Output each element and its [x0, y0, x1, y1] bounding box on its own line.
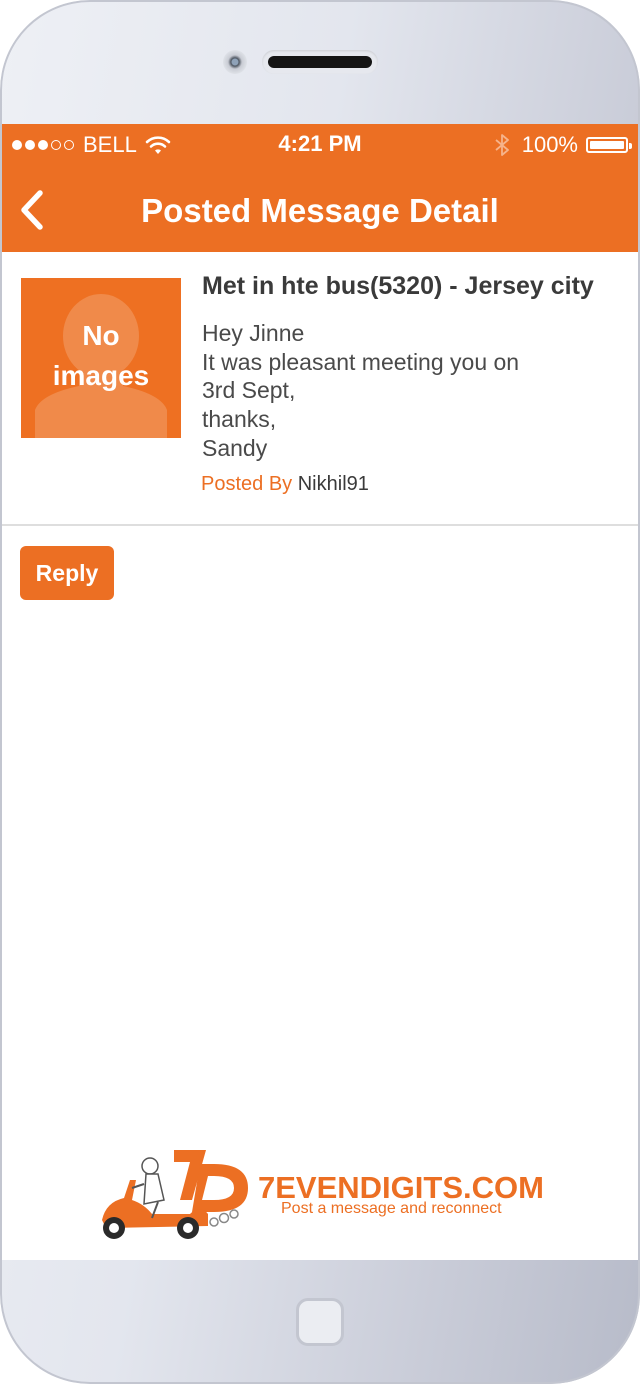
scooter-rider-logo	[102, 1150, 248, 1239]
bluetooth-icon	[495, 134, 509, 156]
brand-logo: 7EVENDIGITS.COM Post a message and recon…	[96, 1144, 556, 1244]
page-title: Posted Message Detail	[141, 192, 499, 229]
battery-tip	[629, 143, 632, 149]
brand-tagline: Post a message and reconnect	[281, 1200, 502, 1217]
no-image-text: No images	[21, 316, 181, 396]
screen: BELL 4:21 PM 100% Posted Message Detail …	[0, 124, 640, 1260]
no-image-line: images	[52, 360, 150, 391]
battery-percent: 100%	[521, 132, 578, 157]
status-bar: BELL 4:21 PM 100%	[0, 124, 640, 166]
battery-icon	[586, 137, 632, 153]
front-camera	[223, 50, 247, 74]
message-line: 3rd Sept,	[202, 377, 296, 404]
posted-by-label: Posted By	[201, 473, 293, 495]
earpiece-speaker	[262, 50, 378, 74]
message-line: It was pleasant meeting you on	[202, 348, 520, 375]
home-button[interactable]	[296, 1298, 344, 1346]
status-right: 100%	[494, 132, 632, 158]
message-line: Hey Jinne	[202, 320, 305, 346]
battery-fill	[590, 141, 624, 149]
message-title: Met in hte bus(5320) - Jersey city	[202, 272, 594, 300]
message-card: No images Met in hte bus(5320) - Jersey …	[0, 252, 640, 526]
phone-frame: BELL 4:21 PM 100% Posted Message Detail …	[0, 0, 640, 1384]
no-image-line: No	[82, 320, 120, 351]
message-line: Sandy	[202, 434, 268, 461]
posted-by-user[interactable]: Nikhil91	[298, 473, 369, 495]
no-image-placeholder: No images	[21, 278, 181, 438]
message-body: Hey Jinne It was pleasant meeting you on…	[202, 319, 519, 463]
reply-button[interactable]: Reply	[20, 546, 114, 600]
message-line: thanks,	[202, 406, 277, 433]
posted-by: Posted By Nikhil91	[201, 473, 369, 496]
nav-bar: Posted Message Detail	[0, 166, 640, 252]
